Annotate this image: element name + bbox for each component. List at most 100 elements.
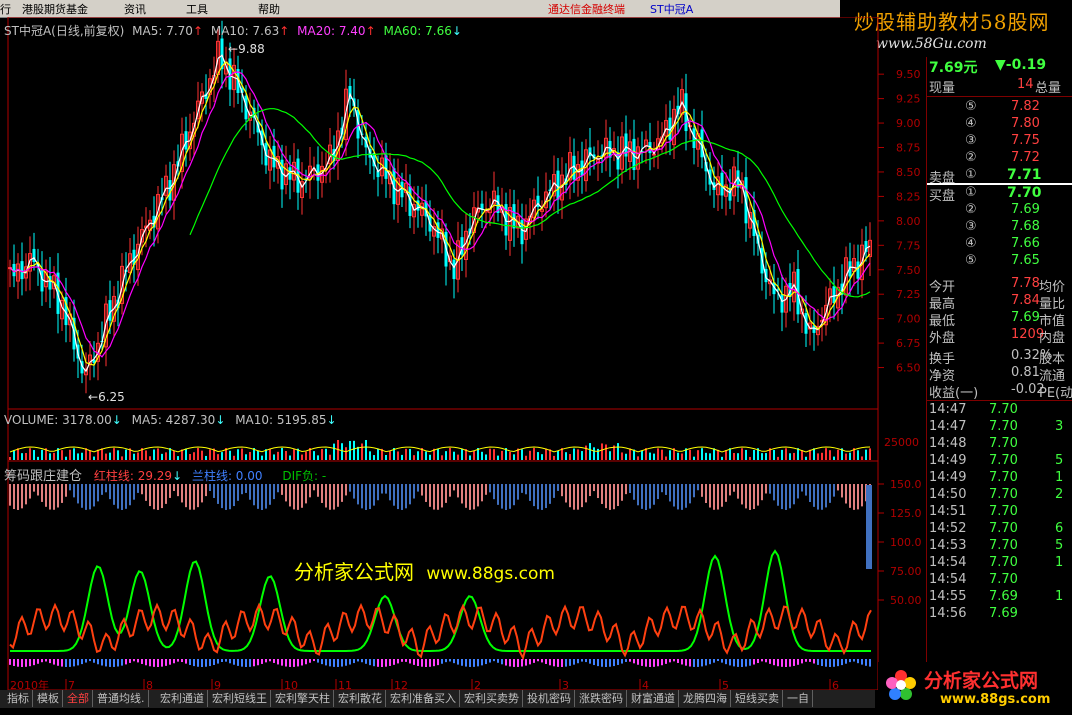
tab-10[interactable]: 投机密码 [524, 690, 575, 707]
price-tick-label: 9.25 [896, 93, 921, 106]
date-label: 11 [338, 679, 352, 690]
candle-body [512, 204, 516, 229]
price-change: ▼-0.19 [995, 57, 1047, 73]
sell-row-1: 卖盘 ① 7.71 [929, 167, 1042, 186]
tab-0[interactable]: 指标 [4, 690, 33, 707]
sell-row-3: ③ 7.75 [965, 133, 1040, 148]
tab-4[interactable]: 宏利通道 [157, 690, 208, 707]
date-label: 4 [642, 679, 649, 690]
candle-body [184, 131, 188, 150]
indicator-tick-label: 75.00 [890, 565, 922, 578]
buy-row-3: ③ 7.68 [965, 219, 1040, 234]
tick-row: 14:48 7.70 [929, 436, 1018, 451]
low-price-label: ←6.25 [88, 390, 125, 404]
tick-row: 14:47 7.70 3 [929, 419, 1064, 434]
tab-12[interactable]: 财富通道 [628, 690, 679, 707]
price-tick-label: 6.75 [896, 337, 921, 350]
date-label: 2 [474, 679, 481, 690]
app-title-label: 通达信金融终端 [548, 3, 625, 16]
ma20-line [9, 71, 871, 358]
price-row: 7.69元 ▼-0.19 [927, 57, 1072, 76]
date-label: 5 [722, 679, 729, 690]
date-label: 8 [146, 679, 153, 690]
tick-row: 14:49 7.70 1 [929, 470, 1064, 485]
sell-row-4: ④ 7.80 [965, 116, 1040, 131]
blue-bar-legend: 兰柱线: 0.00 [191, 469, 263, 483]
stat-row-2: 最低 7.69 市值 [929, 310, 1066, 329]
price-tick-label: 8.75 [896, 142, 921, 155]
stat-row-5: 净资 0.81 流通 [929, 365, 1066, 384]
candle-body [832, 286, 836, 304]
candle-body [108, 300, 112, 321]
ma10-legend: MA10: 7.63 [210, 24, 280, 38]
buy-row-2: ② 7.69 [965, 202, 1040, 217]
buy-row-5: ⑤ 7.65 [965, 253, 1040, 268]
menu-item-3[interactable]: 工具 [186, 1, 208, 17]
price-tick-label: 8.25 [896, 190, 921, 203]
stat-row-1: 最高 7.84 量比 [929, 293, 1066, 312]
price-tick-label: 9.00 [896, 117, 921, 130]
stat-row-3: 外盘 1209 内盘 [929, 327, 1066, 346]
tab-3[interactable]: 普通均线. [94, 690, 149, 707]
kline-chart[interactable]: 9.50 9.25 9.00 8.75 8.50 8.25 8.00 7.75 7.50 7.25… [0, 17, 926, 690]
tab-13[interactable]: 龙腾四海 [680, 690, 731, 707]
tab-5[interactable]: 宏利短线王 [209, 690, 271, 707]
tick-row: 14:56 7.69 [929, 606, 1018, 621]
tab-11[interactable]: 涨跌密码 [576, 690, 627, 707]
indicator-legend: 筹码跟庄建仓 红柱线: 29.29↓ 兰柱线: 0.00 DIF负: - [4, 469, 327, 484]
date-label: 3 [562, 679, 569, 690]
indicator-tick-label: 150.0 [890, 478, 922, 491]
tick-row: 14:50 7.70 2 [929, 487, 1064, 502]
main-legend: ST中冠A(日线,前复权) MA5: 7.70↑ MA10: 7.63↑ MA2… [4, 24, 462, 38]
tick-row: 14:47 7.70 [929, 402, 1018, 417]
volume-tick-label: 25000 [884, 436, 919, 449]
price-tick-label: 7.75 [896, 239, 921, 252]
volume-legend: VOLUME: 3178.00↓ MA5: 4287.30↓ MA10: 519… [4, 413, 337, 427]
ma20-legend: MA20: 7.40 [297, 24, 366, 38]
candle-body [400, 181, 404, 198]
menu-item-4[interactable]: 帮助 [258, 1, 280, 17]
price-tick-label: 7.00 [896, 313, 921, 326]
stat-row-0: 今开 7.78 均价 [929, 276, 1066, 295]
price-tick-label: 9.50 [896, 68, 921, 81]
high-price-label: ←9.88 [228, 42, 265, 56]
menu-item-1[interactable]: 港股期货基金 [22, 1, 88, 17]
price-tick-label: 8.50 [896, 166, 921, 179]
bottom-logo-url: www.88gs.com [940, 692, 1051, 707]
volume-row: 现量 14 总量 [927, 77, 1072, 97]
stock-title: ST中冠A(日线,前复权) [4, 24, 125, 38]
quote-panel: 7.69元 ▼-0.19 现量 14 总量 ⑤ 7.82 ④ 7.80 ③ 7.75 ② 7.… [926, 57, 1072, 715]
tab-2[interactable]: 全部 [64, 690, 93, 707]
bottom-logo-text: 分析家公式网 [924, 670, 1039, 692]
indicator-bar-last [866, 485, 872, 569]
tick-row: 14:55 7.69 1 [929, 589, 1064, 604]
current-volume: 14 [1017, 77, 1034, 92]
tab-6[interactable]: 宏利擎天柱 [272, 690, 334, 707]
indicator-tick-label: 100.0 [890, 536, 922, 549]
menu-item-2[interactable]: 资讯 [124, 1, 146, 17]
indicator-tick-label: 125.0 [890, 507, 922, 520]
watermark-text: 分析家公式网 www.88gs.com [294, 560, 555, 584]
date-label: 9 [214, 679, 221, 690]
tab-9[interactable]: 宏利买卖势 [461, 690, 523, 707]
tick-row: 14:51 7.70 [929, 504, 1018, 519]
tab-8[interactable]: 宏利准备买入 [387, 690, 460, 707]
menu-item-0[interactable]: 行 [0, 1, 11, 17]
tab-1[interactable]: 模板 [34, 690, 63, 707]
candle-body [780, 294, 784, 313]
tab-14[interactable]: 短线买卖 [732, 690, 783, 707]
tick-row: 14:49 7.70 5 [929, 453, 1064, 468]
tab-7[interactable]: 宏利散花 [335, 690, 386, 707]
tab-15[interactable]: 一自 [784, 690, 813, 707]
candle-body [452, 259, 456, 280]
ma10-line [9, 61, 871, 366]
buy-row-4: ④ 7.66 [965, 236, 1040, 251]
stat-row-4: 换手 0.32% 股本 [929, 348, 1066, 367]
indicator-tick-label: 50.00 [890, 594, 922, 607]
ma5-legend: MA5: 7.70 [132, 24, 193, 38]
price-tick-label: 6.50 [896, 362, 921, 375]
price-tick-label: 7.25 [896, 288, 921, 301]
buy-row-1: 买盘 ① 7.70 [929, 185, 1042, 204]
price-tick-label: 8.00 [896, 215, 921, 228]
date-label: 12 [394, 679, 408, 690]
